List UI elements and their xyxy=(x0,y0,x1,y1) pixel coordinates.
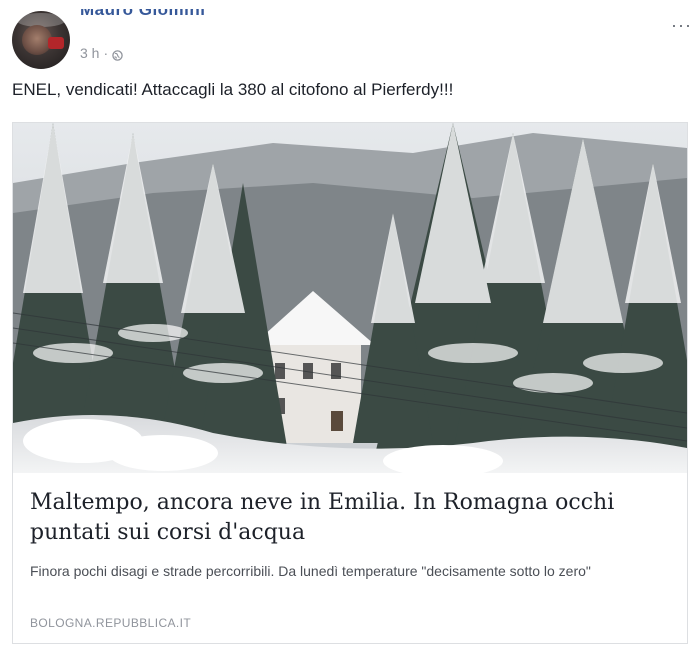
avatar-red-object xyxy=(48,37,64,49)
post-time[interactable]: 3 h xyxy=(80,45,99,61)
snowy-forest-image[interactable] xyxy=(13,123,687,473)
link-description: Finora pochi disagi e strade percorribil… xyxy=(30,563,591,579)
link-domain: BOLOGNA.REPUBBLICA.IT xyxy=(30,616,192,630)
more-options-icon[interactable]: ··· xyxy=(671,15,692,36)
facebook-post: Mauro Giomini 3 h · ··· ENEL, vendicati!… xyxy=(0,0,700,655)
author-avatar[interactable] xyxy=(12,11,70,69)
link-preview-info[interactable]: Maltempo, ancora neve in Emilia. In Roma… xyxy=(13,473,687,643)
author-name: Mauro Giomini xyxy=(80,9,206,19)
post-text: ENEL, vendicati! Attaccagli la 380 al ci… xyxy=(12,80,454,99)
globe-icon[interactable] xyxy=(112,48,123,61)
post-meta: 3 h · xyxy=(80,45,123,61)
link-title[interactable]: Maltempo, ancora neve in Emilia. In Roma… xyxy=(30,488,670,548)
link-preview-card[interactable]: Maltempo, ancora neve in Emilia. In Roma… xyxy=(12,122,688,644)
author-name-link[interactable]: Mauro Giomini xyxy=(80,9,260,31)
meta-separator: · xyxy=(103,45,109,61)
